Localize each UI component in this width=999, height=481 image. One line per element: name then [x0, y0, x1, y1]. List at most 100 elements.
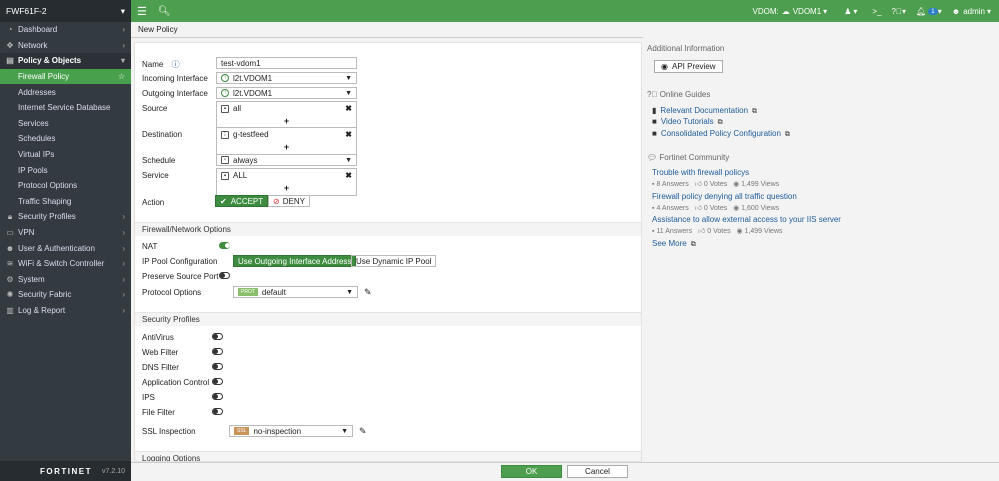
lock-icon: 🔒︎ — [7, 211, 13, 221]
notifications-menu[interactable]: 🔔︎ 1 ▾ — [916, 7, 942, 16]
sidebar-item-addresses[interactable]: Addresses — [0, 84, 131, 100]
action-label: Action — [142, 198, 165, 207]
security-profiles-header: Security Profiles — [135, 312, 641, 326]
video-tutorials-link[interactable]: ■ Video Tutorials ⧉ — [652, 117, 723, 127]
views-count: 1,499 Views — [744, 228, 783, 235]
nat-toggle[interactable] — [219, 242, 230, 249]
list-item[interactable]: ▪ all ✖ — [217, 102, 356, 115]
use-outgoing-interface-button[interactable]: Use Outgoing Interface Address — [233, 255, 357, 267]
application-control-toggle[interactable] — [212, 378, 223, 385]
remove-icon[interactable]: ✖ — [345, 104, 352, 113]
votes-count: 0 Votes — [707, 228, 731, 235]
eye-icon: ◉ — [733, 181, 740, 188]
api-preview-button[interactable]: ◉ API Preview — [654, 60, 723, 73]
sidebar-item-traffic-shaping[interactable]: Traffic Shaping — [0, 194, 131, 210]
help-icon: ?⃝ — [647, 90, 658, 99]
check-icon: ✔ — [220, 196, 227, 206]
schedule-icon: ▫ — [221, 156, 229, 164]
outgoing-interface-label: Outgoing Interface — [142, 89, 208, 98]
sidebar-item-user-authentication[interactable]: ☻ User & Authentication › — [0, 240, 131, 256]
sidebar-item-ip-pools[interactable]: IP Pools — [0, 162, 131, 178]
community-thread-link[interactable]: Trouble with firewall policys — [652, 168, 749, 177]
sidebar-item-dashboard[interactable]: ◔ Dashboard › — [0, 22, 131, 38]
edit-icon[interactable]: ✎ — [364, 287, 372, 298]
remove-icon[interactable]: ✖ — [345, 171, 352, 180]
sidebar-item-firewall-policy[interactable]: Firewall Policy ☆ — [0, 68, 131, 85]
schedule-select[interactable]: ▫ always ▼ — [216, 154, 357, 166]
vdom-selector[interactable]: VDOM: ☁ VDOM1 ▾ — [752, 7, 827, 16]
deny-label: DENY — [282, 196, 305, 206]
incoming-interface-select[interactable]: ↑ l2t.VDOM1 ▼ — [216, 72, 357, 84]
gear-icon: ⚙ — [6, 274, 14, 284]
search-icon[interactable]: 🔍︎ — [158, 6, 171, 17]
sidebar-item-network[interactable]: ✥ Network › — [0, 38, 131, 54]
preserve-source-port-label: Preserve Source Port — [142, 272, 219, 281]
web-filter-toggle[interactable] — [212, 348, 223, 355]
comment-icon: ▪ — [652, 181, 655, 188]
destination-list[interactable]: ⁞ g-testfeed ✖ + — [216, 127, 357, 155]
accept-label: ACCEPT — [230, 196, 264, 206]
thread-meta: ▪ 4 Answers 👍︎ 0 Votes ◉ 1,600 Views — [652, 203, 779, 212]
sidebar-item-log-report[interactable]: ▥ Log & Report › — [0, 303, 131, 319]
help-menu[interactable]: ?⃝ ▾ — [892, 7, 906, 16]
accept-button[interactable]: ✔ ACCEPT — [215, 195, 269, 207]
sidebar-item-system[interactable]: ⚙ System › — [0, 272, 131, 288]
menu-icon[interactable]: ☰ — [137, 5, 147, 18]
fabric-menu[interactable]: ♟ ▾ — [844, 7, 857, 16]
sidebar-item-wifi-switch[interactable]: ≋ WiFi & Switch Controller › — [0, 256, 131, 272]
sidebar-item-schedules[interactable]: Schedules — [0, 131, 131, 147]
sidebar-item-policy-objects[interactable]: ▤ Policy & Objects ▾ — [0, 53, 131, 69]
dashboard-icon: ◔ — [7, 25, 13, 35]
views-count: 1,600 Views — [741, 205, 780, 212]
incoming-interface-label: Incoming Interface — [142, 74, 208, 83]
destination-value: g-testfeed — [233, 130, 269, 139]
sidebar-item-virtual-ips[interactable]: Virtual IPs — [0, 147, 131, 163]
sidebar-item-security-profiles[interactable]: 🔒︎ Security Profiles › — [0, 209, 131, 225]
sidebar-item-services[interactable]: Services — [0, 116, 131, 132]
source-value: all — [233, 104, 242, 113]
community-thread-link[interactable]: Firewall policy denying all traffic ques… — [652, 192, 797, 201]
community-thread-link[interactable]: Assistance to allow external access to y… — [652, 215, 841, 224]
device-name: FWF61F-2 — [6, 6, 47, 16]
deny-button[interactable]: ⊘ DENY — [268, 195, 310, 207]
ok-button[interactable]: OK — [501, 465, 562, 478]
see-more-link[interactable]: See More ⧉ — [652, 239, 696, 249]
dns-filter-toggle[interactable] — [212, 363, 223, 370]
chevron-right-icon: › — [122, 228, 125, 238]
name-input[interactable]: test-vdom1 — [216, 57, 357, 69]
cancel-button[interactable]: Cancel — [567, 465, 628, 478]
outgoing-interface-select[interactable]: ↑ l2t.VDOM1 ▼ — [216, 87, 357, 99]
sidebar-item-internet-service-database[interactable]: Internet Service Database — [0, 100, 131, 116]
sidebar-item-label: System — [18, 274, 45, 284]
add-destination-button[interactable]: + — [217, 141, 356, 154]
sidebar-item-vpn[interactable]: ▭ VPN › — [0, 225, 131, 241]
source-list[interactable]: ▪ all ✖ + — [216, 101, 357, 129]
cli-icon[interactable]: >_ — [872, 7, 881, 16]
device-selector[interactable]: FWF61F-2 ▾ — [0, 0, 131, 22]
chevron-down-icon: ▾ — [120, 56, 125, 66]
bell-icon: 🔔︎ — [915, 6, 927, 16]
user-menu[interactable]: ☻ admin ▾ — [952, 7, 991, 16]
star-icon[interactable]: ☆ — [118, 72, 125, 81]
chevron-right-icon: › — [122, 274, 125, 284]
ips-label: IPS — [142, 393, 155, 402]
ssl-inspection-select[interactable]: SSL no-inspection ▼ — [229, 425, 353, 437]
edit-icon[interactable]: ✎ — [359, 426, 367, 437]
ips-toggle[interactable] — [212, 393, 223, 400]
relevant-documentation-link[interactable]: ▮ Relevant Documentation ⧉ — [652, 106, 757, 116]
list-item[interactable]: ⁞ g-testfeed ✖ — [217, 128, 356, 141]
sidebar-item-protocol-options[interactable]: Protocol Options — [0, 178, 131, 194]
firewall-network-options-header: Firewall/Network Options — [135, 222, 641, 236]
add-service-button[interactable]: + — [217, 182, 356, 195]
list-item[interactable]: ▪ ALL ✖ — [217, 169, 356, 182]
preserve-source-port-toggle[interactable] — [219, 272, 230, 279]
file-filter-toggle[interactable] — [212, 408, 223, 415]
consolidated-policy-link[interactable]: ■ Consolidated Policy Configuration ⧉ — [652, 129, 790, 139]
antivirus-toggle[interactable] — [212, 333, 223, 340]
service-list[interactable]: ▪ ALL ✖ + — [216, 168, 357, 196]
protocol-options-select[interactable]: PROT default ▼ — [233, 286, 358, 298]
thumbs-up-icon: 👍︎ — [694, 205, 702, 212]
use-dynamic-ip-pool-button[interactable]: Use Dynamic IP Pool — [351, 255, 437, 267]
remove-icon[interactable]: ✖ — [345, 130, 352, 139]
sidebar-item-security-fabric[interactable]: ✺ Security Fabric › — [0, 287, 131, 303]
